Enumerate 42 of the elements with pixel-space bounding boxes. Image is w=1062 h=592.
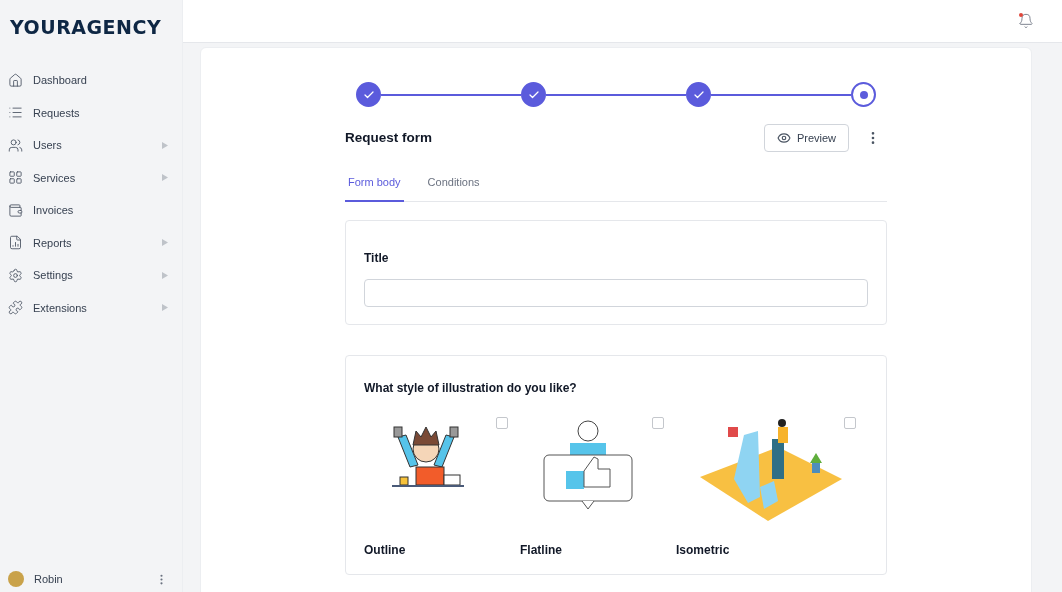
field-label: Title (364, 251, 390, 265)
sidebar-item-label: Invoices (33, 204, 75, 217)
sidebar-item[interactable]: Dashboard (6, 64, 176, 97)
eye-icon (776, 130, 791, 145)
preview-button[interactable]: Preview (763, 123, 849, 152)
checkbox[interactable] (844, 417, 856, 429)
sidebar-item-label: Users (33, 139, 63, 152)
users-icon (8, 137, 23, 153)
list-icon (8, 105, 23, 121)
grid-icon (8, 170, 23, 186)
sidebar-item[interactable]: Invoices (6, 194, 176, 227)
tab[interactable]: Conditions (424, 168, 483, 202)
option-label: Flatline (520, 543, 563, 557)
home-icon (8, 72, 23, 88)
settings-icon (8, 267, 23, 283)
sidebar-item[interactable]: Users (6, 129, 176, 162)
sidebar-item-label: Requests (33, 106, 81, 119)
tab[interactable]: Form body (345, 168, 404, 202)
puzzle-icon (8, 300, 23, 316)
sidebar-item[interactable]: Settings (6, 259, 176, 292)
wallet-icon (8, 202, 23, 218)
notification-bell-icon[interactable] (1018, 13, 1034, 29)
checkbox[interactable] (496, 417, 508, 429)
sidebar-item[interactable]: Extensions (6, 291, 176, 324)
option-label: Isometric (676, 543, 731, 557)
sidebar-item-label: Services (33, 171, 77, 184)
question-label: What style of illustration do you like? (364, 381, 578, 395)
sidebar-item-label: Settings (33, 269, 74, 282)
avatar (8, 571, 24, 587)
sidebar-item-label: Extensions (33, 301, 88, 314)
form-title: Request form (345, 130, 433, 145)
user-name: Robin (34, 573, 64, 585)
logo: YOURAGENCY (9, 15, 163, 40)
option-label: Outline (364, 543, 407, 557)
sidebar-item[interactable]: Reports (6, 226, 176, 259)
sidebar-item-label: Dashboard (33, 74, 88, 87)
chart-document-icon (8, 235, 23, 251)
checkbox[interactable] (652, 417, 664, 429)
sidebar-item[interactable]: Services (6, 161, 176, 194)
sidebar-item[interactable]: Requests (6, 96, 176, 129)
title-input-field[interactable] (364, 279, 868, 307)
sidebar-item-label: Reports (33, 236, 73, 249)
